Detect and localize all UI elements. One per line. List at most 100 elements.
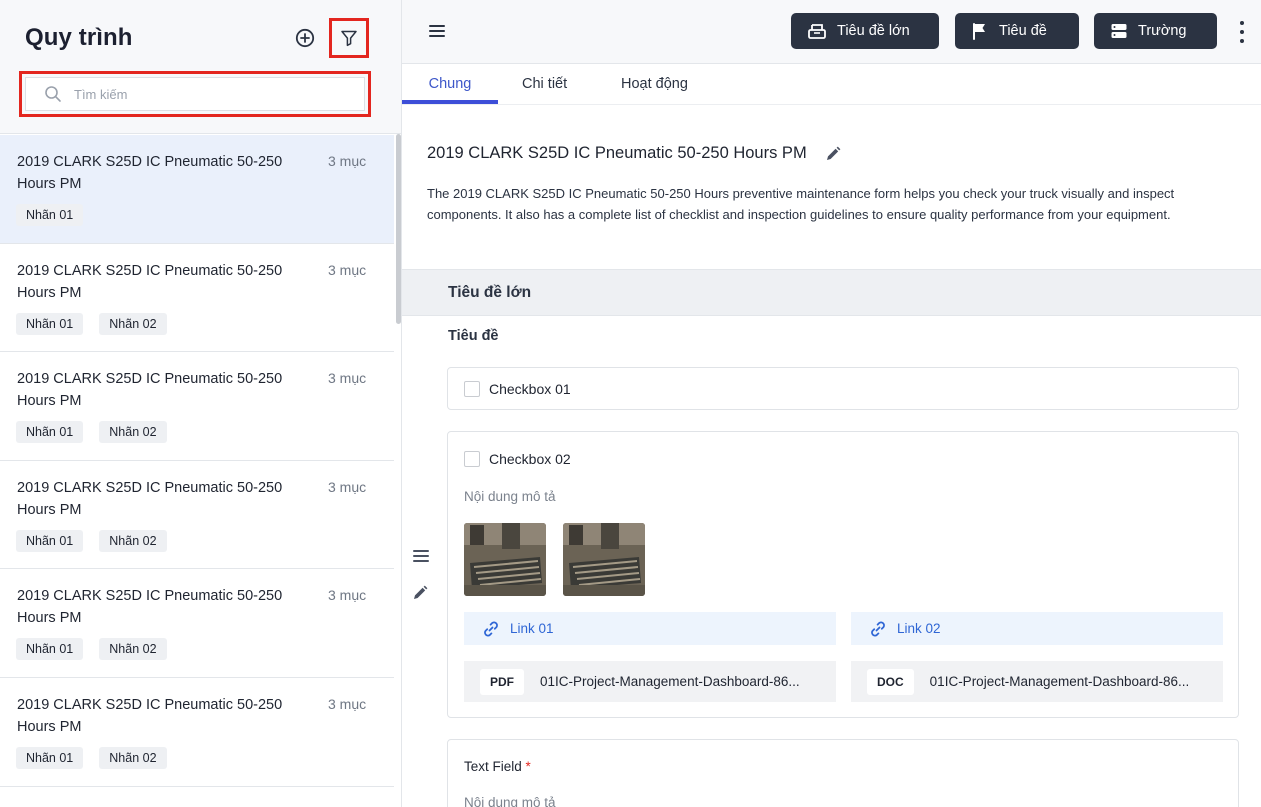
tag-group: Nhãn 01 Nhãn 02 xyxy=(16,312,167,335)
checkbox-label: Checkbox 02 xyxy=(489,451,571,467)
subheading: Tiêu đề xyxy=(448,328,499,344)
form-title: 2019 CLARK S25D IC Pneumatic 50-250 Hour… xyxy=(427,144,841,163)
tag: Nhãn 02 xyxy=(99,746,167,769)
add-heading-label: Tiêu đề lớn xyxy=(837,23,910,39)
list-item-title: 2019 CLARK S25D IC Pneumatic 50-250 Hour… xyxy=(17,588,283,627)
list-item[interactable]: 2019 CLARK S25D IC Pneumatic 50-250 Hour… xyxy=(0,569,394,678)
link-attachment[interactable]: Link 01 xyxy=(464,612,836,645)
search-input[interactable] xyxy=(74,86,334,102)
checkbox-card: Checkbox 01 xyxy=(447,367,1239,410)
form-description: The 2019 CLARK S25D IC Pneumatic 50-250 … xyxy=(427,186,1175,222)
workflow-list: 2019 CLARK S25D IC Pneumatic 50-250 Hour… xyxy=(0,135,394,787)
list-item-title: 2019 CLARK S25D IC Pneumatic 50-250 Hour… xyxy=(17,262,283,301)
checkbox-row: Checkbox 01 xyxy=(464,381,571,397)
link-attachment[interactable]: Link 02 xyxy=(851,612,1223,645)
text-field-card: Text Field * Nội dung mô tả xyxy=(447,739,1239,807)
sidebar-title: Quy trình xyxy=(25,24,133,51)
active-tab-indicator xyxy=(402,100,498,104)
tab-label: Hoạt động xyxy=(621,76,688,92)
checkbox-card-expanded: Checkbox 02 Nội dung mô tả Link 01 Link … xyxy=(447,431,1239,718)
list-item[interactable]: 2019 CLARK S25D IC Pneumatic 50-250 Hour… xyxy=(0,135,394,244)
file-name: 01IC-Project-Management-Dashboard-86... xyxy=(540,674,800,689)
dot-icon xyxy=(1240,39,1244,43)
dot-icon xyxy=(1240,30,1244,34)
tag-group: Nhãn 01 xyxy=(16,204,84,226)
link-icon xyxy=(871,621,885,636)
tag-group: Nhãn 01 Nhãn 02 xyxy=(16,421,167,444)
equipment-photo xyxy=(563,523,645,596)
link-icon xyxy=(484,621,498,636)
section-heading: Tiêu đề lớn xyxy=(402,269,1261,316)
list-item[interactable]: 2019 CLARK S25D IC Pneumatic 50-250 Hour… xyxy=(0,244,394,353)
checkbox[interactable] xyxy=(464,381,480,397)
add-workflow-button[interactable] xyxy=(294,27,316,49)
tag: Nhãn 02 xyxy=(99,421,167,444)
list-item-title: 2019 CLARK S25D IC Pneumatic 50-250 Hour… xyxy=(17,696,283,735)
tab-bar: Chung Chi tiết Hoạt động xyxy=(402,64,1261,105)
list-item-count: 3 mục xyxy=(328,370,367,387)
checkbox[interactable] xyxy=(464,451,480,467)
plus-circle-icon xyxy=(295,28,315,48)
tag: Nhãn 01 xyxy=(16,421,84,444)
search-highlight xyxy=(19,71,371,117)
edit-icon[interactable] xyxy=(412,585,428,601)
link-label: Link 01 xyxy=(510,621,554,636)
field-description: Nội dung mô tả xyxy=(464,795,556,807)
tag: Nhãn 01 xyxy=(16,204,84,226)
flag-icon xyxy=(973,23,985,40)
file-attachment[interactable]: PDF 01IC-Project-Management-Dashboard-86… xyxy=(464,661,836,702)
drag-handle-icon[interactable] xyxy=(412,547,430,565)
add-heading-button[interactable]: Tiêu đề lớn xyxy=(791,13,939,49)
sidebar: Quy trình 2019 CLARK S25D IC Pn xyxy=(0,0,402,807)
description-text: Nội dung mô tả xyxy=(464,489,556,504)
form-title-text: 2019 CLARK S25D IC Pneumatic 50-250 Hour… xyxy=(427,144,807,162)
search-icon xyxy=(45,86,61,102)
tag: Nhãn 01 xyxy=(16,312,84,335)
edit-icon[interactable] xyxy=(825,146,841,162)
tag-group: Nhãn 01 Nhãn 02 xyxy=(16,638,167,661)
sidebar-scrollbar[interactable] xyxy=(396,134,401,324)
add-field-button[interactable]: Trường xyxy=(1094,13,1217,49)
tag: Nhãn 02 xyxy=(99,312,167,335)
tag: Nhãn 01 xyxy=(16,529,84,552)
checkbox-label: Checkbox 01 xyxy=(489,381,571,397)
tab-general[interactable]: Chung xyxy=(402,64,498,104)
tab-label: Chung xyxy=(428,76,472,92)
tag: Nhãn 01 xyxy=(16,746,84,769)
file-attachment[interactable]: DOC 01IC-Project-Management-Dashboard-86… xyxy=(851,661,1223,702)
list-item-count: 3 mục xyxy=(328,587,367,604)
required-mark: * xyxy=(525,759,531,774)
server-icon xyxy=(1111,24,1127,38)
equipment-photo xyxy=(464,523,546,596)
list-item[interactable]: 2019 CLARK S25D IC Pneumatic 50-250 Hour… xyxy=(0,678,394,787)
tag-group: Nhãn 01 Nhãn 02 xyxy=(16,529,167,552)
section-heading-text: Tiêu đề lớn xyxy=(448,284,532,301)
list-item-count: 3 mục xyxy=(328,695,367,712)
tag-group: Nhãn 01 Nhãn 02 xyxy=(16,746,167,769)
more-options-button[interactable] xyxy=(1238,21,1246,43)
tag: Nhãn 02 xyxy=(99,529,167,552)
hamburger-icon xyxy=(429,25,445,37)
add-field-label: Trường xyxy=(1138,23,1187,39)
sidebar-header: Quy trình xyxy=(0,0,401,134)
add-title-button[interactable]: Tiêu đề xyxy=(955,13,1079,49)
file-type-badge: PDF xyxy=(480,668,524,695)
photo-thumbnail[interactable] xyxy=(563,523,645,596)
add-title-label: Tiêu đề xyxy=(999,23,1047,39)
list-item-title: 2019 CLARK S25D IC Pneumatic 50-250 Hour… xyxy=(17,371,283,410)
tray-icon xyxy=(808,24,826,39)
item-tools xyxy=(412,547,430,601)
menu-button[interactable] xyxy=(428,22,446,40)
tag: Nhãn 02 xyxy=(99,638,167,661)
file-name: 01IC-Project-Management-Dashboard-86... xyxy=(929,674,1190,689)
list-item-title: 2019 CLARK S25D IC Pneumatic 50-250 Hour… xyxy=(17,154,283,192)
file-type-badge: DOC xyxy=(867,668,914,695)
list-item[interactable]: 2019 CLARK S25D IC Pneumatic 50-250 Hour… xyxy=(0,352,394,461)
tab-label: Chi tiết xyxy=(522,76,568,92)
tab-details[interactable]: Chi tiết xyxy=(522,64,567,104)
photo-thumbnail[interactable] xyxy=(464,523,546,596)
filter-button[interactable] xyxy=(329,18,369,58)
tab-activity[interactable]: Hoạt động xyxy=(621,64,688,104)
list-item[interactable]: 2019 CLARK S25D IC Pneumatic 50-250 Hour… xyxy=(0,461,394,570)
filter-icon xyxy=(341,30,357,47)
